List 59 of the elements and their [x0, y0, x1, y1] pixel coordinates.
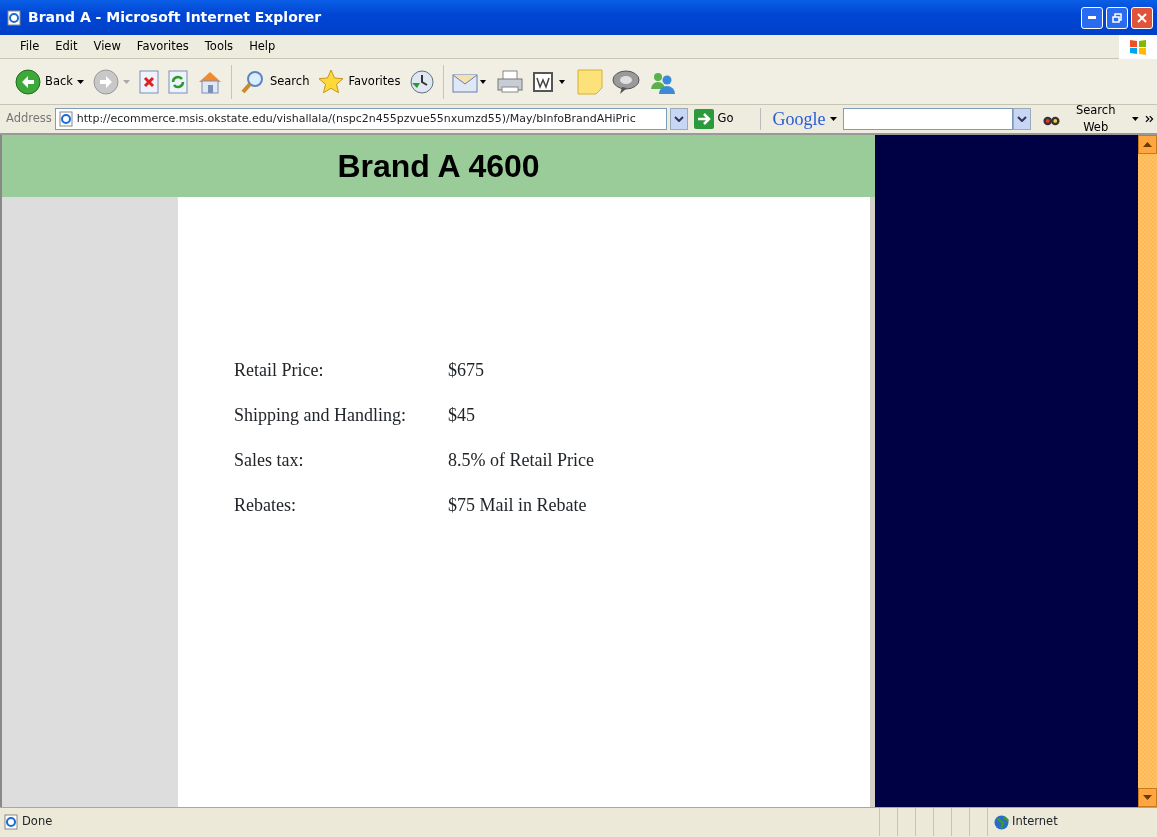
ie-page-icon [57, 111, 74, 127]
sticky-note-icon [577, 68, 604, 95]
scroll-down-button[interactable] [1138, 788, 1157, 807]
field-label: Shipping and Handling: [234, 404, 407, 427]
ie-page-icon [6, 9, 22, 26]
menu-item[interactable]: Favorites [128, 37, 197, 56]
menu-item[interactable]: Edit [47, 37, 86, 56]
menu-item[interactable]: View [85, 37, 129, 56]
chevron-down-icon [673, 116, 684, 122]
caret-icon [76, 79, 84, 84]
address-field[interactable]: http://ecommerce.msis.okstate.edu/vishallala/(nspc2n455pzvue55nxumzd55)/May/bInfoBrandAHiPric [54, 108, 667, 130]
field-value: $675 [448, 359, 484, 382]
field-label: Rebates: [234, 494, 297, 517]
globe-icon [994, 814, 1009, 830]
refresh-icon [167, 69, 188, 94]
favorites-button[interactable]: Favorites [315, 66, 404, 97]
triangle-up-icon [1143, 142, 1152, 147]
page-heading: Brand A 4600 [337, 146, 540, 186]
field-value: $45 [448, 404, 475, 427]
close-icon [1137, 12, 1147, 23]
chevron-down-icon [1016, 116, 1027, 122]
chevron-right-icon [1144, 115, 1154, 123]
restore-button[interactable] [1106, 6, 1128, 29]
field-label: Sales tax: [234, 449, 305, 472]
printer-icon [497, 69, 524, 94]
minimize-icon [1088, 16, 1096, 19]
google-search-field[interactable] [842, 108, 1031, 130]
status-text: Done [22, 813, 54, 831]
speech-bubble-icon [612, 68, 641, 95]
search-icon [239, 68, 266, 95]
arrow-right-icon [693, 109, 714, 129]
dropdown-button[interactable] [669, 108, 688, 130]
zone-text: Internet [1012, 813, 1058, 831]
menu-item[interactable]: File [12, 37, 48, 56]
star-icon [318, 68, 345, 95]
caret-icon [122, 79, 130, 84]
minimize-button[interactable] [1081, 6, 1103, 29]
triangle-down-icon [1143, 795, 1152, 800]
field-value: 8.5% of Retail Price [448, 449, 594, 472]
window-title: Brand A - Microsoft Internet Explorer [28, 8, 323, 27]
menu-item[interactable]: Tools [196, 37, 242, 56]
go-button[interactable]: Go [690, 107, 737, 131]
stop-icon [138, 69, 159, 94]
field-value: $75 Mail in Rebate [448, 494, 587, 517]
google-menu-button[interactable]: Google [769, 103, 840, 135]
scroll-up-button[interactable] [1138, 135, 1157, 154]
restore-icon [1112, 12, 1122, 23]
back-button[interactable]: Back [12, 66, 87, 97]
ie-page-icon [3, 814, 19, 830]
close-button[interactable] [1131, 6, 1153, 29]
field-label: Retail Price: [234, 359, 325, 382]
scrollbar[interactable] [1138, 135, 1157, 807]
address-label: Address [6, 110, 52, 128]
history-icon [409, 68, 436, 95]
search-button[interactable]: Search [236, 66, 313, 97]
flag-icon [1129, 37, 1147, 56]
caret-icon [829, 117, 837, 121]
menu-item[interactable]: Help [241, 37, 284, 56]
caret-icon [1131, 117, 1139, 121]
